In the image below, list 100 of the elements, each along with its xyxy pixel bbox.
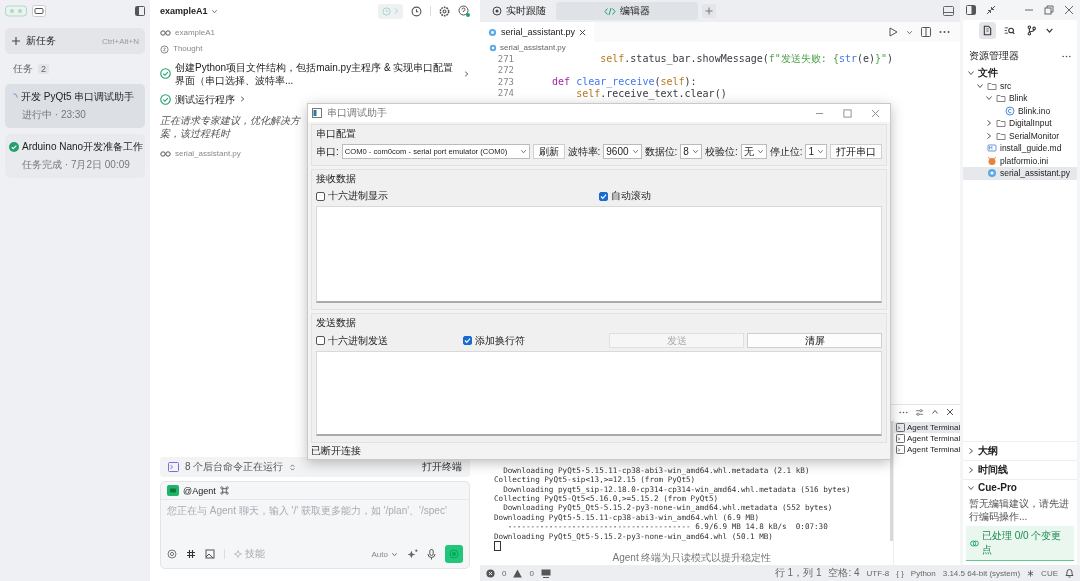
split-editor-icon[interactable] xyxy=(921,27,931,37)
caret-icon[interactable] xyxy=(906,28,913,36)
microphone-icon[interactable] xyxy=(427,548,436,560)
warning-icon[interactable] xyxy=(513,568,523,578)
language-mode[interactable]: Python xyxy=(910,568,936,578)
error-icon[interactable] xyxy=(486,568,495,578)
refresh-button[interactable]: 刷新 xyxy=(532,144,565,159)
chevron-down-icon[interactable] xyxy=(967,69,975,78)
task-title: 开发 PyQt5 串口调试助手 xyxy=(21,90,135,104)
task-card[interactable]: Arduino Nano开发准备工作 任务完成 · 7月2日 00:09 xyxy=(5,134,145,178)
tree-section-header[interactable]: 文件 xyxy=(963,67,1077,80)
sidebar-toggle-icon[interactable] xyxy=(135,6,145,16)
chevron-right-icon[interactable] xyxy=(967,447,975,455)
task-count: 2 xyxy=(38,64,49,74)
project-selector[interactable]: exampleA1 xyxy=(160,6,208,16)
history-icon[interactable] xyxy=(411,5,422,17)
terminal-session-item[interactable]: Agent Terminal xyxy=(907,434,961,443)
chevron-down-icon[interactable] xyxy=(967,483,975,492)
caret-icon[interactable] xyxy=(391,550,398,558)
checkbox-label[interactable]: 自动滚动 xyxy=(611,189,651,203)
sidebar-toggle-icon[interactable] xyxy=(966,5,976,15)
sliders-icon[interactable] xyxy=(915,407,924,417)
files-tab[interactable] xyxy=(979,22,996,39)
warning-count[interactable]: 0 xyxy=(529,568,534,578)
task-card[interactable]: 开发 PyQt5 串口调试助手 进行中 · 23:30 xyxy=(5,84,145,128)
panel-layout-icon[interactable] xyxy=(943,6,954,16)
folder-item[interactable]: src xyxy=(963,79,1077,92)
checked-checkbox[interactable] xyxy=(462,336,472,345)
screen-icon[interactable] xyxy=(32,5,46,17)
chevron-down-icon[interactable] xyxy=(976,81,984,90)
thought-icon xyxy=(160,45,169,55)
folder-item[interactable]: SerialMonitor xyxy=(963,129,1077,142)
close-icon[interactable] xyxy=(946,408,954,416)
checkbox-label[interactable]: 添加换行符 xyxy=(474,333,525,348)
error-count[interactable]: 0 xyxy=(502,568,507,578)
panel-header[interactable]: 时间线 xyxy=(978,463,1008,477)
checkbox[interactable] xyxy=(316,191,325,201)
terminal-icon[interactable] xyxy=(540,568,551,578)
cursor-position[interactable]: 行 1，列 1 xyxy=(774,566,822,580)
sparkle-icon[interactable] xyxy=(407,548,418,560)
restore-icon[interactable] xyxy=(1044,5,1054,15)
folder-item[interactable]: DigitalInput xyxy=(963,117,1077,130)
file-item[interactable]: serial_assistant.py xyxy=(963,167,1077,180)
chevron-right-icon[interactable] xyxy=(985,119,993,128)
more-icon[interactable] xyxy=(899,410,908,414)
more-icon[interactable] xyxy=(1062,54,1071,58)
checked-checkbox[interactable] xyxy=(599,191,608,201)
settings-icon[interactable] xyxy=(439,5,450,17)
panel-header[interactable]: Cue-Pro xyxy=(978,482,1017,493)
folder-item[interactable]: Blink xyxy=(963,92,1077,105)
extension-status[interactable]: CUE xyxy=(1041,568,1058,578)
open-terminal-button[interactable]: 打开终端 xyxy=(422,460,462,474)
terminal-cursor xyxy=(494,541,501,551)
chevron-down-icon[interactable] xyxy=(1045,26,1054,35)
stop-bits-dropdown[interactable]: 1 xyxy=(808,146,814,157)
new-task-button[interactable]: 新任务 Ctrl+Alt+N xyxy=(5,28,145,54)
mode-selector[interactable]: Auto xyxy=(371,549,388,559)
mention-icon[interactable] xyxy=(167,549,177,559)
image-icon[interactable] xyxy=(205,549,215,559)
terminal-session-item[interactable]: Agent Terminal xyxy=(907,445,961,454)
interpreter[interactable]: 3.14.5 64-bit (system) xyxy=(942,568,1021,578)
encoding[interactable]: UTF-8 xyxy=(866,568,890,578)
chevron-up-icon[interactable] xyxy=(931,408,939,416)
caret-icon[interactable] xyxy=(210,7,218,15)
file-item[interactable]: platformio.ini xyxy=(963,154,1077,167)
file-item[interactable]: install_guide.md xyxy=(963,142,1077,155)
more-icon[interactable] xyxy=(939,30,950,34)
chevron-right-icon[interactable] xyxy=(967,466,975,474)
clear-button[interactable]: 清屏 xyxy=(747,333,882,348)
checkbox[interactable] xyxy=(316,336,325,345)
chevron-down-icon[interactable] xyxy=(985,94,993,103)
step-text[interactable]: serial_assistant.py xyxy=(175,148,241,160)
chevron-right-icon[interactable] xyxy=(239,95,246,104)
close-icon[interactable] xyxy=(579,28,587,36)
bell-icon[interactable] xyxy=(1065,568,1074,578)
panel-header[interactable]: 大纲 xyxy=(978,444,998,458)
indentation[interactable]: 空格: 4 xyxy=(828,566,860,580)
checkbox-label[interactable]: 十六进制显示 xyxy=(328,189,388,203)
close-icon[interactable] xyxy=(1064,5,1074,15)
collapse-icon[interactable] xyxy=(986,5,996,15)
help-icon[interactable] xyxy=(458,5,470,17)
expand-toggle-icon[interactable] xyxy=(289,462,297,472)
open-port-button[interactable]: 打开串口 xyxy=(830,144,882,159)
background-commands-text[interactable]: 8 个后台命令正在运行 xyxy=(185,460,284,474)
file-item[interactable]: Blink.ino xyxy=(963,104,1077,117)
braces-indicator[interactable]: { } xyxy=(896,568,904,578)
step-text: 创建Python项目文件结构，包括main.py主程序 & 实现串口配置界面（串口选择、波特率... xyxy=(175,60,455,87)
chevron-right-icon[interactable] xyxy=(985,131,993,140)
data-bits-dropdown[interactable]: 8 xyxy=(683,146,689,157)
tree-label: Blink.ino xyxy=(1018,105,1051,116)
hash-icon[interactable] xyxy=(186,549,196,559)
agent-mention[interactable]: @Agent xyxy=(183,485,216,496)
view-tab[interactable]: 实时跟随 xyxy=(506,4,546,18)
run-icon[interactable] xyxy=(889,27,898,37)
chat-input-field[interactable]: 您正在与 Agent 聊天，输入 '/' 获取更多能力，如 '/plan'、'/spec' xyxy=(161,500,469,542)
chevron-right-icon[interactable] xyxy=(463,69,470,78)
chat-input-box[interactable]: @Agent 您正在与 Agent 聊天，输入 '/' 获取更多能力，如 '/plan'、'/spec' 技能 Auto xyxy=(160,481,470,569)
view-tab[interactable]: 编辑器 xyxy=(620,4,650,18)
breadcrumb[interactable]: serial_assistant.py xyxy=(500,43,566,52)
checkbox-label[interactable]: 十六进制发送 xyxy=(328,333,388,348)
